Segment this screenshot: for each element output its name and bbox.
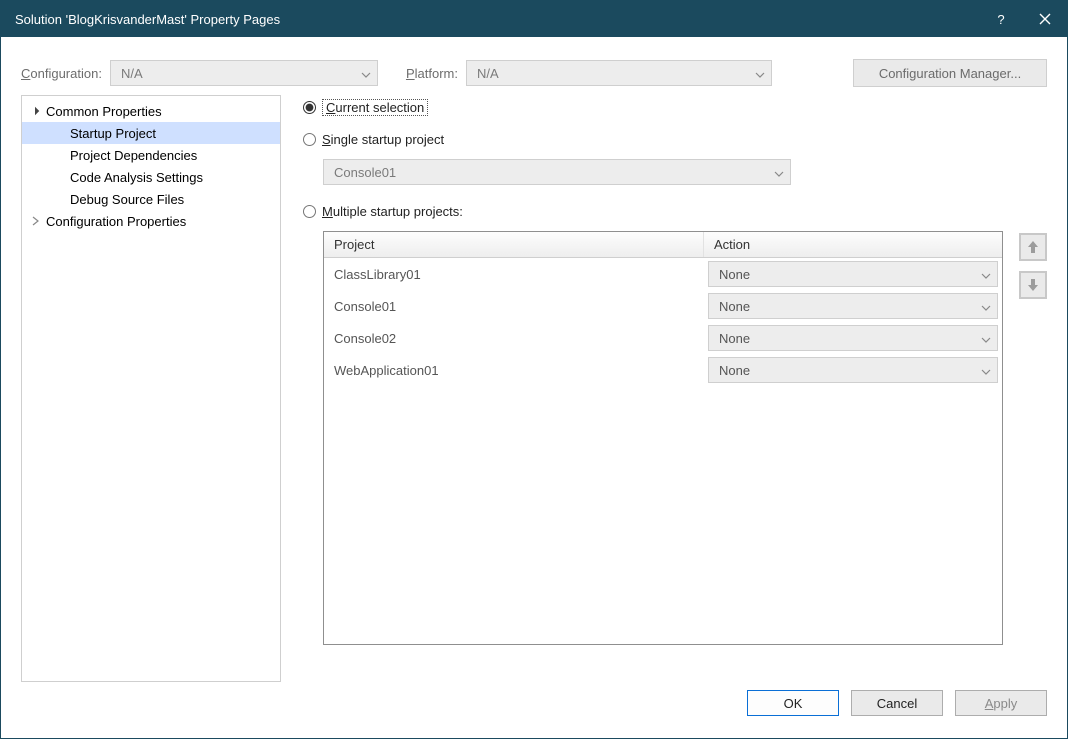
reorder-buttons (1019, 231, 1047, 299)
dialog-footer: OK Cancel Apply (1, 682, 1067, 738)
tree-node-code-analysis-settings[interactable]: Code Analysis Settings (22, 166, 280, 188)
chevron-down-icon (981, 363, 991, 378)
action-combo[interactable]: None (708, 293, 998, 319)
radio-single-startup-label: Single startup project (322, 132, 444, 147)
caret-down-icon (28, 104, 42, 118)
header-action: Action (704, 232, 1002, 257)
cell-project: Console01 (324, 299, 704, 314)
configuration-label: Configuration: (21, 66, 102, 81)
tree-node-startup-project[interactable]: Startup Project (22, 122, 280, 144)
table-row[interactable]: WebApplication01 None (324, 354, 1002, 386)
platform-value: N/A (477, 66, 499, 81)
platform-label: Platform: (406, 66, 458, 81)
cancel-button[interactable]: Cancel (851, 690, 943, 716)
single-startup-value: Console01 (334, 165, 396, 180)
chevron-down-icon (981, 299, 991, 314)
move-up-button[interactable] (1019, 233, 1047, 261)
header-project: Project (324, 232, 704, 257)
action-combo[interactable]: None (708, 357, 998, 383)
tree-node-project-dependencies[interactable]: Project Dependencies (22, 144, 280, 166)
chevron-down-icon (774, 165, 784, 180)
chevron-down-icon (981, 331, 991, 346)
action-combo[interactable]: None (708, 325, 998, 351)
platform-combo[interactable]: N/A (466, 60, 772, 86)
chevron-down-icon (361, 66, 371, 81)
radio-multiple-startup-input[interactable] (303, 205, 316, 218)
cell-project: WebApplication01 (324, 363, 704, 378)
chevron-down-icon (755, 66, 765, 81)
radio-current-selection[interactable]: Current selection (303, 95, 1047, 119)
body: Common Properties Startup Project Projec… (1, 95, 1067, 682)
configuration-value: N/A (121, 66, 143, 81)
startup-projects-table[interactable]: Project Action ClassLibrary01 None (323, 231, 1003, 645)
startup-project-pane: Current selection Single startup project… (281, 95, 1047, 682)
cell-project: ClassLibrary01 (324, 267, 704, 282)
table-row[interactable]: Console02 None (324, 322, 1002, 354)
single-startup-combo-wrap: Console01 (323, 159, 791, 185)
configuration-row: Configuration: N/A Platform: N/A Configu… (1, 37, 1067, 95)
dialog-window: Solution 'BlogKrisvanderMast' Property P… (0, 0, 1068, 739)
radio-single-startup-input[interactable] (303, 133, 316, 146)
titlebar: Solution 'BlogKrisvanderMast' Property P… (1, 1, 1067, 37)
chevron-down-icon (981, 267, 991, 282)
help-icon: ? (997, 12, 1004, 27)
radio-current-selection-label: Current selection (322, 99, 428, 116)
cell-project: Console02 (324, 331, 704, 346)
table-header: Project Action (324, 232, 1002, 258)
move-down-button[interactable] (1019, 271, 1047, 299)
table-row[interactable]: Console01 None (324, 290, 1002, 322)
multiple-startup-area: Project Action ClassLibrary01 None (323, 231, 1047, 682)
arrow-down-icon (1027, 278, 1039, 292)
configuration-manager-button[interactable]: Configuration Manager... (853, 59, 1047, 87)
window-title: Solution 'BlogKrisvanderMast' Property P… (15, 12, 979, 27)
action-combo[interactable]: None (708, 261, 998, 287)
tree-node-configuration-properties[interactable]: Configuration Properties (22, 210, 280, 232)
radio-current-selection-input[interactable] (303, 101, 316, 114)
ok-button[interactable]: OK (747, 690, 839, 716)
nav-tree[interactable]: Common Properties Startup Project Projec… (21, 95, 281, 682)
radio-multiple-startup-label: Multiple startup projects: (322, 204, 463, 219)
apply-button[interactable]: Apply (955, 690, 1047, 716)
tree-node-common-properties[interactable]: Common Properties (22, 100, 280, 122)
single-startup-combo[interactable]: Console01 (323, 159, 791, 185)
configuration-combo[interactable]: N/A (110, 60, 378, 86)
close-button[interactable] (1023, 1, 1067, 37)
caret-right-icon (28, 214, 42, 228)
table-row[interactable]: ClassLibrary01 None (324, 258, 1002, 290)
arrow-up-icon (1027, 240, 1039, 254)
tree-node-debug-source-files[interactable]: Debug Source Files (22, 188, 280, 210)
radio-multiple-startup[interactable]: Multiple startup projects: (303, 199, 1047, 223)
radio-single-startup[interactable]: Single startup project (303, 127, 1047, 151)
close-icon (1039, 13, 1051, 25)
help-button[interactable]: ? (979, 1, 1023, 37)
